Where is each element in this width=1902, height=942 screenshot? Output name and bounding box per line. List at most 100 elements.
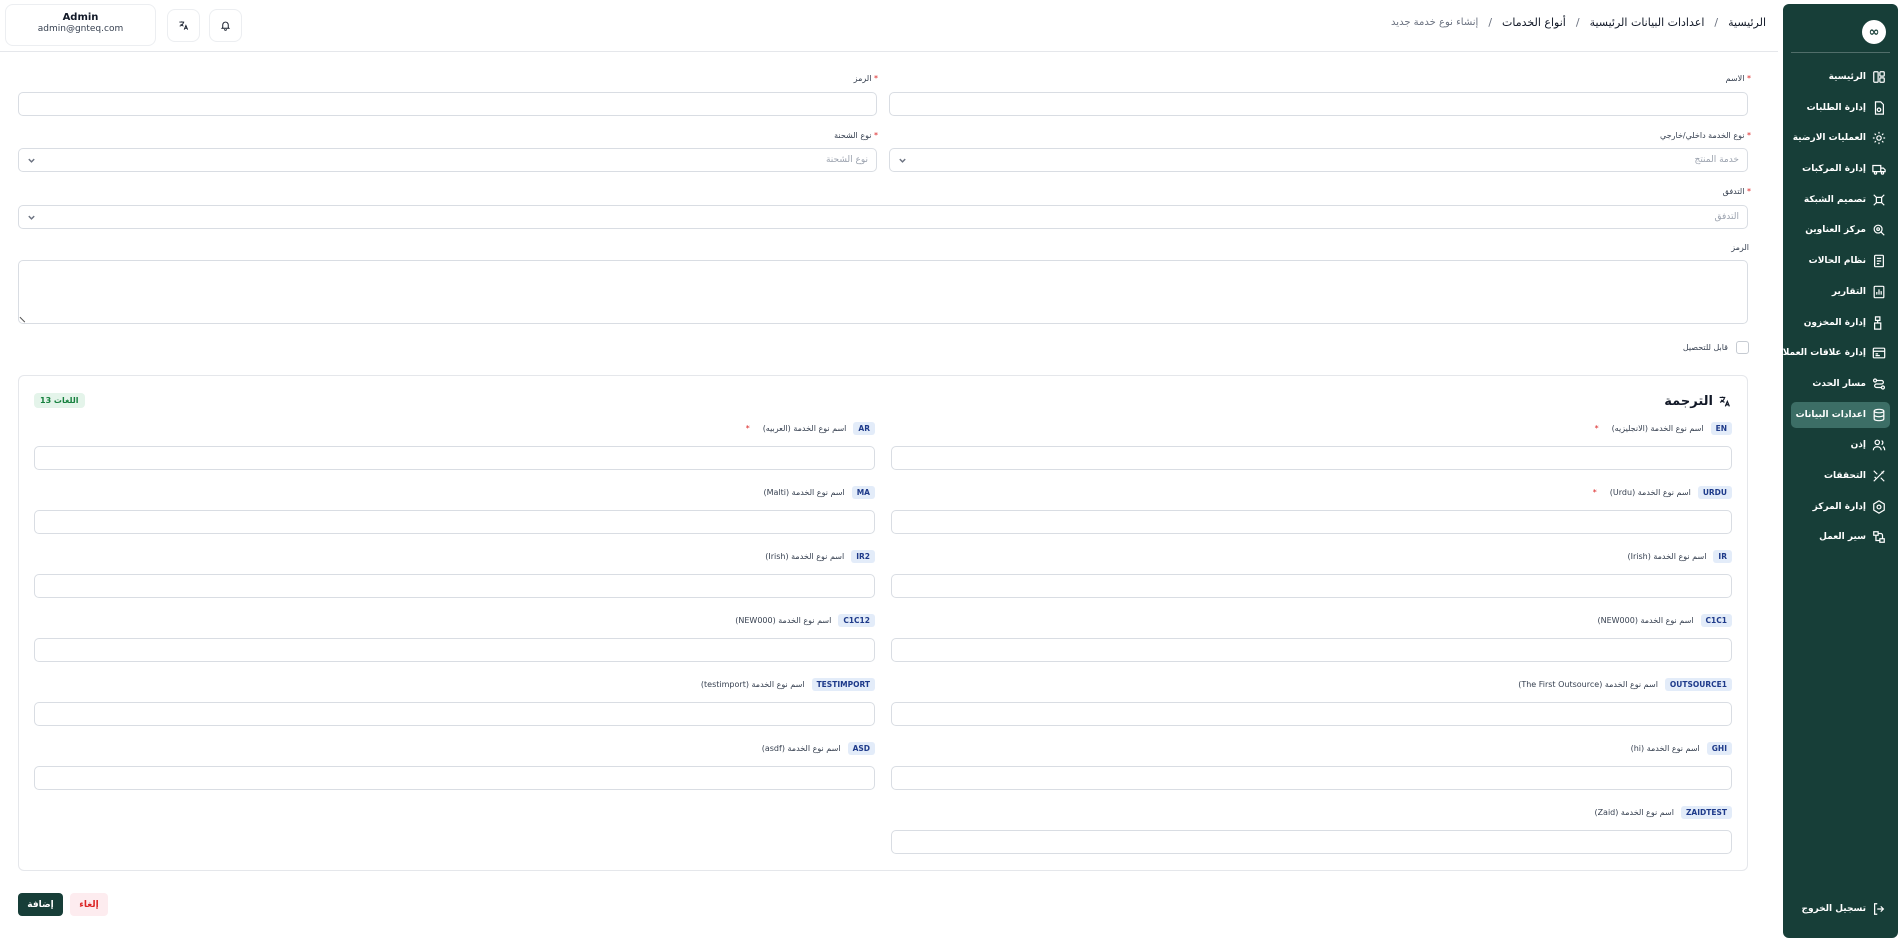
chevron-down-icon (899, 158, 906, 163)
breadcrumb-service-types[interactable]: أنواع الخدمات (1502, 16, 1566, 29)
translation-input[interactable] (34, 766, 875, 790)
translation-field: AR اسم نوع الخدمة (العربيه) * (34, 420, 875, 470)
sidebar-item[interactable]: إدارة علاقات العملاء (1778, 340, 1890, 366)
sidebar-item[interactable]: تصميم الشبكة (1791, 187, 1890, 213)
sidebar-item[interactable]: إدارة المركز (1791, 494, 1890, 520)
crm-icon (1872, 346, 1886, 360)
required-mark: * (1592, 487, 1597, 497)
translation-field-header: ASD اسم نوع الخدمة (asdf) (34, 740, 875, 756)
shipment-type-select[interactable]: نوع الشحنة (18, 148, 877, 172)
sidebar-item[interactable]: العمليات الارضية (1791, 125, 1890, 151)
sidebar-item-label: الرئيسية (1828, 72, 1866, 82)
flow-select[interactable]: التدفق (18, 205, 1748, 229)
code-input[interactable] (18, 92, 877, 116)
user-profile-card[interactable]: Admin admin@gnteq.com (5, 4, 156, 46)
translation-field: EN اسم نوع الخدمة (الانجليزيه) * (891, 420, 1732, 470)
breadcrumb-master-data[interactable]: اعدادات البيانات الرئيسية (1590, 16, 1705, 29)
sidebar-item-label: إدارة المركبات (1802, 164, 1866, 175)
collectible-label: قابل للتحصيل (1682, 343, 1728, 352)
name-input[interactable] (889, 92, 1748, 116)
translation-input[interactable] (891, 446, 1732, 470)
translation-field-header: AR اسم نوع الخدمة (العربيه) * (34, 420, 875, 436)
notifications-button[interactable] (209, 9, 242, 42)
sidebar-item[interactable]: الرئيسية (1791, 64, 1890, 90)
language-code-badge: OUTSOURCE1 (1664, 677, 1732, 691)
translation-input[interactable] (891, 638, 1732, 662)
sidebar-item-label: مسار الحدث (1812, 378, 1866, 389)
add-button[interactable]: إضافة (18, 893, 63, 916)
sidebar-item[interactable]: نظام الحالات (1791, 248, 1890, 274)
sidebar-item-label: سير العمل (1819, 532, 1866, 543)
orders-icon (1872, 100, 1886, 115)
translation-field: URDU اسم نوع الخدمة (Urdu) * (891, 484, 1732, 534)
sidebar-item-label: التقارير (1831, 286, 1866, 297)
truck-icon (1872, 162, 1886, 176)
translation-field: C1C1 اسم نوع الخدمة (NEW000) (891, 612, 1732, 662)
bell-icon (220, 21, 231, 31)
sidebar-item-label: إدارة الطلبات (1806, 102, 1866, 113)
translation-input[interactable] (891, 830, 1732, 854)
logout-button[interactable]: تسجيل الخروج (1802, 902, 1887, 916)
validation-icon (1872, 469, 1886, 483)
translation-field-label: اسم نوع الخدمة (NEW000) (1597, 615, 1694, 625)
shipment-type-value: نوع الشحنة (825, 155, 868, 165)
sidebar-item[interactable]: التحققات (1791, 463, 1890, 489)
sidebar-item[interactable]: اعدادات البيانات (1791, 401, 1890, 428)
sidebar-divider (1791, 52, 1890, 53)
workflow-icon (1872, 530, 1886, 544)
translation-field-label: اسم نوع الخدمة (Irish) (765, 551, 845, 561)
sidebar-nav: الرئيسية إدارة الطلبات العمليات الارضية إدا… (1778, 64, 1890, 555)
user-email: admin@gnteq.com (37, 24, 124, 34)
translation-input[interactable] (34, 510, 875, 534)
translation-field: ASD اسم نوع الخدمة (asdf) (34, 740, 875, 790)
required-mark: * (745, 423, 750, 433)
translation-field-label: اسم نوع الخدمة (NEW000) (735, 615, 832, 625)
translation-input[interactable] (891, 702, 1732, 726)
sidebar-item[interactable]: إدارة المركبات (1791, 156, 1890, 182)
translation-field-label: اسم نوع الخدمة (asdf) (761, 743, 841, 753)
translation-field-header: IR اسم نوع الخدمة (Irish) (891, 548, 1732, 564)
translation-input[interactable] (34, 446, 875, 470)
language-code-badge: TESTIMPORT (811, 677, 875, 691)
sidebar-item[interactable]: التقارير (1791, 279, 1890, 305)
sidebar-item[interactable]: إذن (1791, 432, 1890, 458)
translation-field-header: IR2 اسم نوع الخدمة (Irish) (34, 548, 875, 564)
sidebar-item[interactable]: مسار الحدث (1791, 371, 1890, 397)
address-icon (1872, 223, 1886, 237)
description-textarea[interactable] (18, 260, 1748, 324)
translation-input[interactable] (891, 574, 1732, 598)
translation-input[interactable] (34, 702, 875, 726)
translation-field: IR اسم نوع الخدمة (Irish) (891, 548, 1732, 598)
database-icon (1872, 408, 1886, 422)
service-type-select[interactable]: خدمة المنتج (889, 148, 1748, 172)
translate-icon (1719, 396, 1730, 407)
sidebar-item[interactable]: سير العمل (1791, 524, 1890, 550)
chevron-down-icon (28, 158, 35, 163)
translation-field: ZAIDTEST اسم نوع الخدمة (Zaid) (891, 804, 1732, 854)
translation-field-label: اسم نوع الخدمة (Irish) (1627, 551, 1707, 561)
translation-field-header: ZAIDTEST اسم نوع الخدمة (Zaid) (891, 804, 1732, 820)
flow-label: * التدفق (1722, 187, 1751, 196)
translation-field-header: C1C1 اسم نوع الخدمة (NEW000) (891, 612, 1732, 628)
translation-input[interactable] (891, 766, 1732, 790)
translation-input[interactable] (34, 574, 875, 598)
cancel-button[interactable]: إلغاء (70, 893, 108, 916)
language-toggle-button[interactable] (167, 9, 200, 42)
app-logo[interactable]: ∞ (1862, 20, 1886, 44)
resize-handle-icon[interactable] (19, 312, 30, 323)
sidebar-item[interactable]: إدارة المخزون (1791, 310, 1890, 336)
collectible-checkbox[interactable] (1736, 341, 1749, 354)
sidebar-item[interactable]: إدارة الطلبات (1791, 95, 1890, 121)
translation-field-header: OUTSOURCE1 اسم نوع الخدمة (The First Outs… (891, 676, 1732, 692)
translation-field-label: اسم نوع الخدمة (الانجليزيه) (1611, 423, 1704, 433)
language-code-badge: MA (851, 485, 875, 499)
translation-input[interactable] (34, 638, 875, 662)
translation-panel: الترجمة 13 اللغات EN اسم نوع الخدمة (الان… (18, 375, 1748, 871)
breadcrumb: الرئيسية / اعدادات البيانات الرئيسية / أ… (1391, 16, 1766, 29)
reports-icon (1872, 285, 1886, 299)
sidebar-item[interactable]: مركز العناوين (1791, 217, 1890, 243)
translation-input[interactable] (891, 510, 1732, 534)
sidebar-item-label: نظام الحالات (1808, 256, 1866, 267)
translation-field-header: TESTIMPORT اسم نوع الخدمة (testimport) (34, 676, 875, 692)
breadcrumb-home[interactable]: الرئيسية (1728, 16, 1766, 29)
